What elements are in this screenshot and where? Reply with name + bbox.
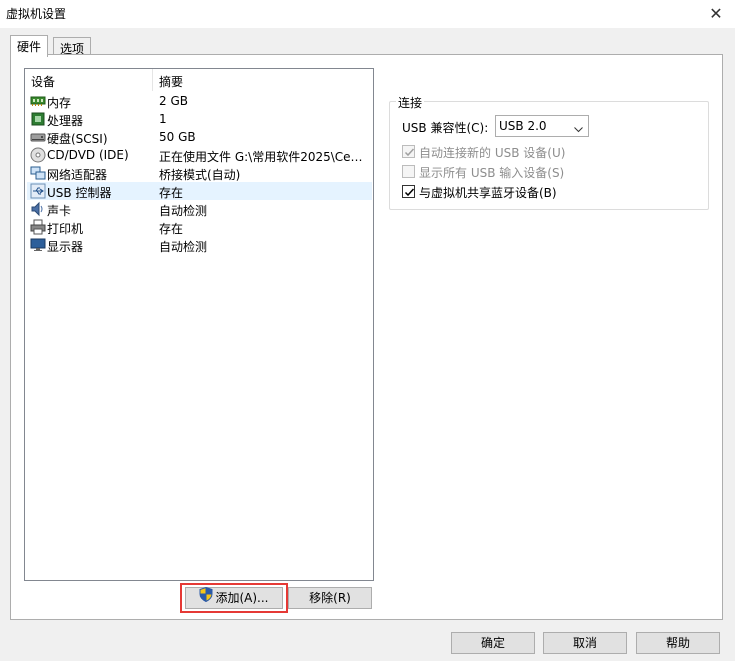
device-row-memory[interactable]: 内存 2 GB: [27, 92, 372, 110]
device-name: 处理器: [47, 114, 84, 128]
usb-compatibility-select[interactable]: USB 2.0: [495, 115, 589, 137]
hard-disk-icon: [30, 129, 46, 145]
remove-button[interactable]: 移除(R): [288, 587, 372, 609]
close-icon[interactable]: ✕: [705, 3, 727, 25]
device-summary: 存在: [159, 222, 184, 236]
device-row-usb-controller[interactable]: USB 控制器 存在: [27, 182, 372, 200]
hardware-panel: 设备 摘要 内存 2 GB 处理器 1 硬盘(SCSI) 50 GB CD/DV…: [10, 54, 723, 620]
column-separator[interactable]: [152, 69, 153, 91]
device-summary: 2 GB: [159, 94, 188, 108]
device-name: 显示器: [47, 240, 84, 254]
title-bar: 虚拟机设置 ✕: [0, 0, 735, 28]
device-name: USB 控制器: [47, 186, 112, 200]
device-row-hard-disk[interactable]: 硬盘(SCSI) 50 GB: [27, 128, 372, 146]
device-row-printer[interactable]: 打印机 存在: [27, 218, 372, 236]
device-summary: 50 GB: [159, 130, 196, 144]
connection-group-label: 连接: [396, 94, 425, 111]
device-name: 打印机: [47, 222, 84, 236]
ok-button[interactable]: 确定: [451, 632, 535, 654]
device-name: 声卡: [47, 204, 72, 218]
cancel-button[interactable]: 取消: [543, 632, 627, 654]
window-title: 虚拟机设置: [6, 7, 67, 21]
device-row-sound-card[interactable]: 声卡 自动检测: [27, 200, 372, 218]
device-row-display[interactable]: 显示器 自动检测: [27, 236, 372, 254]
tab-hardware[interactable]: 硬件: [10, 35, 49, 57]
auto-connect-usb-label: 自动连接新的 USB 设备(U): [419, 146, 566, 160]
list-header: 设备 摘要: [25, 69, 373, 91]
device-name: 内存: [47, 96, 72, 110]
show-all-usb-label: 显示所有 USB 输入设备(S): [419, 166, 565, 180]
network-adapter-icon: [30, 165, 46, 181]
device-row-processor[interactable]: 处理器 1: [27, 110, 372, 128]
cd-dvd-icon: [30, 147, 46, 163]
display-icon: [30, 237, 46, 253]
connection-groupbox: 连接 USB 兼容性(C): USB 2.0 自动连接新的 USB 设备(U) …: [389, 94, 709, 210]
sound-card-icon: [30, 201, 46, 217]
share-bluetooth-label: 与虚拟机共享蓝牙设备(B): [419, 186, 557, 200]
printer-icon: [30, 219, 46, 235]
memory-icon: [30, 93, 46, 109]
device-summary: 自动检测: [159, 204, 208, 218]
device-summary: 存在: [159, 186, 184, 200]
share-bluetooth-checkbox[interactable]: [402, 185, 415, 198]
device-summary: 正在使用文件 G:\常用软件2025\Cen...: [159, 150, 369, 164]
dialog-client-area: 硬件 选项 设备 摘要 内存 2 GB 处理器 1 硬盘(SCSI) 50 GB…: [0, 28, 735, 661]
annotation-highlight-box: [180, 583, 288, 613]
show-all-usb-checkbox[interactable]: [402, 165, 415, 178]
auto-connect-usb-checkbox[interactable]: [402, 145, 415, 158]
help-button[interactable]: 帮助: [636, 632, 720, 654]
device-name: 网络适配器: [47, 168, 108, 182]
device-row-cd-dvd[interactable]: CD/DVD (IDE) 正在使用文件 G:\常用软件2025\Cen...: [27, 146, 372, 164]
processor-icon: [30, 111, 46, 127]
usb-icon: [30, 183, 46, 199]
device-row-network-adapter[interactable]: 网络适配器 桥接模式(自动): [27, 164, 372, 182]
column-header-device[interactable]: 设备: [31, 73, 55, 90]
usb-compatibility-value: USB 2.0: [499, 119, 547, 133]
device-summary: 桥接模式(自动): [159, 168, 241, 182]
chevron-down-icon: [574, 122, 583, 136]
device-name: 硬盘(SCSI): [47, 132, 108, 146]
device-summary: 自动检测: [159, 240, 208, 254]
usb-compatibility-label: USB 兼容性(C):: [402, 121, 489, 135]
device-summary: 1: [159, 112, 167, 126]
device-name: CD/DVD (IDE): [47, 148, 129, 162]
column-header-summary[interactable]: 摘要: [159, 73, 183, 90]
device-list[interactable]: 设备 摘要 内存 2 GB 处理器 1 硬盘(SCSI) 50 GB CD/DV…: [24, 68, 374, 581]
